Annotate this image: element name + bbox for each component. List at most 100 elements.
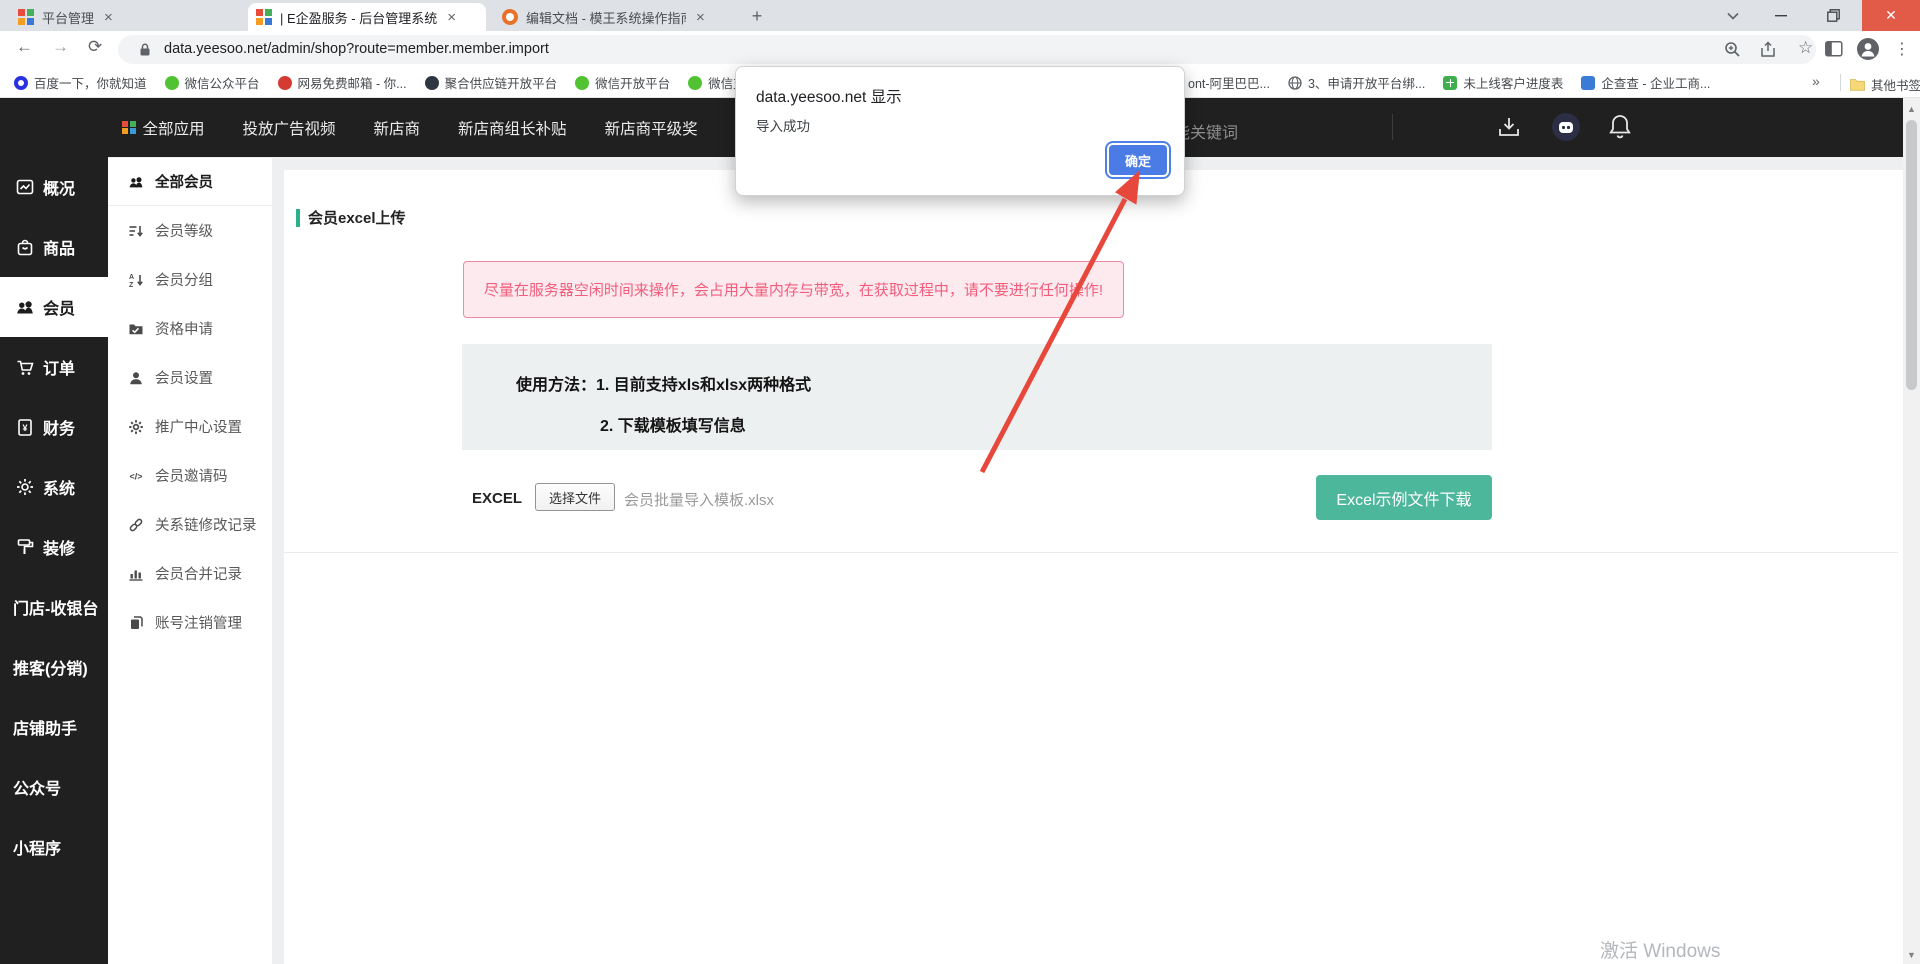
file-copy-icon (128, 615, 144, 631)
address-bar[interactable]: data.yeesoo.net/admin/shop?route=member.… (118, 35, 1816, 64)
ok-button[interactable]: 确定 (1109, 145, 1167, 175)
nav-divider (1392, 114, 1393, 140)
nav-item-all-apps[interactable]: 全部应用 (122, 117, 205, 139)
sidebar-item-members[interactable]: 会员 (0, 277, 108, 337)
svg-text:A: A (129, 274, 134, 281)
sidebar-item-mini-program[interactable]: 小程序 (0, 817, 108, 877)
choose-file-button[interactable]: 选择文件 (535, 483, 615, 511)
globe-icon (1288, 76, 1302, 90)
bookmark-item[interactable]: 3、申请开放平台绑... (1288, 73, 1425, 92)
bookmark-item[interactable]: 百度一下，你就知道 (14, 73, 147, 92)
excel-field-label: EXCEL (472, 490, 522, 507)
download-icon[interactable] (1498, 116, 1520, 138)
nav-item-new-merchant[interactable]: 新店商 (374, 117, 421, 139)
code-icon: </> (128, 468, 144, 484)
wechat-icon (165, 76, 179, 90)
alert-dialog: data.yeesoo.net 显示 导入成功 确定 (735, 66, 1185, 196)
scroll-up-arrow[interactable]: ▲ (1907, 104, 1916, 114)
bookmarks-divider (1840, 74, 1841, 91)
sidebar-item-orders[interactable]: 订单 (0, 337, 108, 397)
sidebar-item-distribution[interactable]: 推客(分销) (0, 637, 108, 697)
sidebar-item-overview[interactable]: 概况 (0, 157, 108, 217)
doc-favicon (502, 9, 518, 25)
bookmark-item[interactable]: ont-阿里巴巴... (1188, 73, 1270, 92)
svg-text:</>: </> (129, 471, 142, 481)
submenu-member-settings[interactable]: 会员设置 (108, 353, 272, 402)
zoom-icon[interactable] (1724, 41, 1741, 58)
sidebar-item-system[interactable]: 系统 (0, 457, 108, 517)
submenu-member-levels[interactable]: 会员等级 (108, 206, 272, 255)
other-bookmarks[interactable]: 其他书签 (1850, 75, 1920, 94)
forward-icon[interactable]: → (52, 37, 69, 57)
title-accent-bar (296, 209, 300, 227)
wechat-open-icon (575, 76, 589, 90)
tab-close-icon[interactable]: × (696, 10, 705, 25)
upload-panel: 会员excel上传 尽量在服务器空闲时间来操作，会占用大量内存与带宽，在获取过程… (284, 170, 1898, 553)
new-tab-button[interactable]: + (744, 4, 770, 28)
nav-item-level-award[interactable]: 新店商平级奖 (605, 117, 698, 139)
window-restore-button[interactable] (1808, 0, 1858, 31)
excel-sample-download-button[interactable]: Excel示例文件下载 (1316, 475, 1492, 520)
nav-item-leader-subsidy[interactable]: 新店商组长补贴 (458, 117, 567, 139)
person-icon (128, 370, 144, 386)
baidu-icon (14, 76, 28, 90)
submenu-all-members[interactable]: 全部会员 (108, 157, 272, 206)
bookmark-item[interactable]: 网易免费邮箱 - 你... (278, 73, 407, 92)
member-submenu: 全部会员 会员等级 A Z 会员分组 资格申请 (108, 157, 272, 964)
bookmark-item[interactable]: 企查查 - 企业工商... (1581, 73, 1710, 92)
submenu-promotion-settings[interactable]: 推广中心设置 (108, 402, 272, 451)
sort-amount-icon (128, 223, 144, 239)
back-icon[interactable]: ← (16, 37, 33, 57)
submenu-member-groups[interactable]: A Z 会员分组 (108, 255, 272, 304)
gear-icon (15, 477, 35, 497)
screen: 平台管理 × | E企盈服务 - 后台管理系统 × 编辑文档 - 模王系统操作指… (0, 0, 1920, 964)
profile-avatar-icon[interactable] (1857, 38, 1879, 60)
page-scrollbar[interactable]: ▲ ▼ (1903, 98, 1920, 964)
submenu-merge-log[interactable]: 会员合并记录 (108, 549, 272, 598)
alert-dialog-title: data.yeesoo.net 显示 (756, 85, 902, 107)
usage-line-2: 2. 下载模板填写信息 (600, 412, 746, 436)
side-panel-icon[interactable] (1825, 41, 1843, 57)
sidebar-item-finance[interactable]: ¥ 财务 (0, 397, 108, 457)
tab-search-chevron-icon[interactable] (1716, 0, 1750, 31)
scroll-down-arrow[interactable]: ▼ (1907, 950, 1916, 960)
share-icon[interactable] (1760, 41, 1778, 58)
browser-tab-2-active[interactable]: | E企盈服务 - 后台管理系统 × (248, 3, 486, 31)
bookmark-item[interactable]: 微信公众平台 (165, 73, 260, 92)
app-sidebar: 概况 商品 会员 订单 ¥ (0, 157, 108, 964)
bookmark-star-icon[interactable]: ☆ (1798, 38, 1813, 58)
bookmark-item[interactable]: 聚合供应链开放平台 (425, 73, 558, 92)
page-title: 会员excel上传 (296, 207, 406, 228)
browser-tab-1[interactable]: 平台管理 × (10, 3, 240, 31)
notification-bell-icon[interactable] (1608, 113, 1632, 141)
tab-title: 平台管理 (42, 8, 94, 27)
browser-tab-3[interactable]: 编辑文档 - 模王系统操作指南， × (494, 3, 726, 31)
sidebar-item-goods[interactable]: 商品 (0, 217, 108, 277)
bookmark-item[interactable]: 微信开放平台 (575, 73, 670, 92)
url-text: data.yeesoo.net/admin/shop?route=member.… (164, 41, 549, 57)
sort-alpha-icon: A Z (128, 272, 144, 288)
reload-icon[interactable]: ⟳ (88, 37, 102, 57)
browser-menu-icon[interactable]: ⋮ (1894, 39, 1910, 59)
site-favicon (256, 9, 272, 25)
window-minimize-button[interactable] (1756, 0, 1806, 31)
tab-close-icon[interactable]: × (447, 10, 456, 25)
sidebar-item-official-account[interactable]: 公众号 (0, 757, 108, 817)
sidebar-item-shop-helper[interactable]: 店铺助手 (0, 697, 108, 757)
nav-item-ad-video[interactable]: 投放广告视频 (243, 117, 336, 139)
submenu-qualification[interactable]: 资格申请 (108, 304, 272, 353)
bookmarks-overflow-chevrons[interactable]: » (1812, 73, 1820, 89)
usage-instructions: 使用方法：1. 目前支持xls和xlsx两种格式 2. 下载模板填写信息 (462, 344, 1492, 450)
apps-grid-icon (122, 121, 136, 135)
window-close-button[interactable]: ✕ (1862, 0, 1920, 31)
submenu-relation-log[interactable]: 关系链修改记录 (108, 500, 272, 549)
sidebar-item-pos[interactable]: 门店-收银台 (0, 577, 108, 637)
assistant-robot-icon[interactable] (1552, 113, 1580, 141)
ok-button-focus-ring: 确定 (1105, 141, 1171, 179)
submenu-invite-code[interactable]: </> 会员邀请码 (108, 451, 272, 500)
scrollbar-thumb[interactable] (1906, 120, 1917, 390)
sidebar-item-decorate[interactable]: 装修 (0, 517, 108, 577)
bookmark-item[interactable]: 未上线客户进度表 (1443, 73, 1563, 92)
tab-close-icon[interactable]: × (104, 10, 113, 25)
submenu-account-cancel[interactable]: 账号注销管理 (108, 598, 272, 647)
